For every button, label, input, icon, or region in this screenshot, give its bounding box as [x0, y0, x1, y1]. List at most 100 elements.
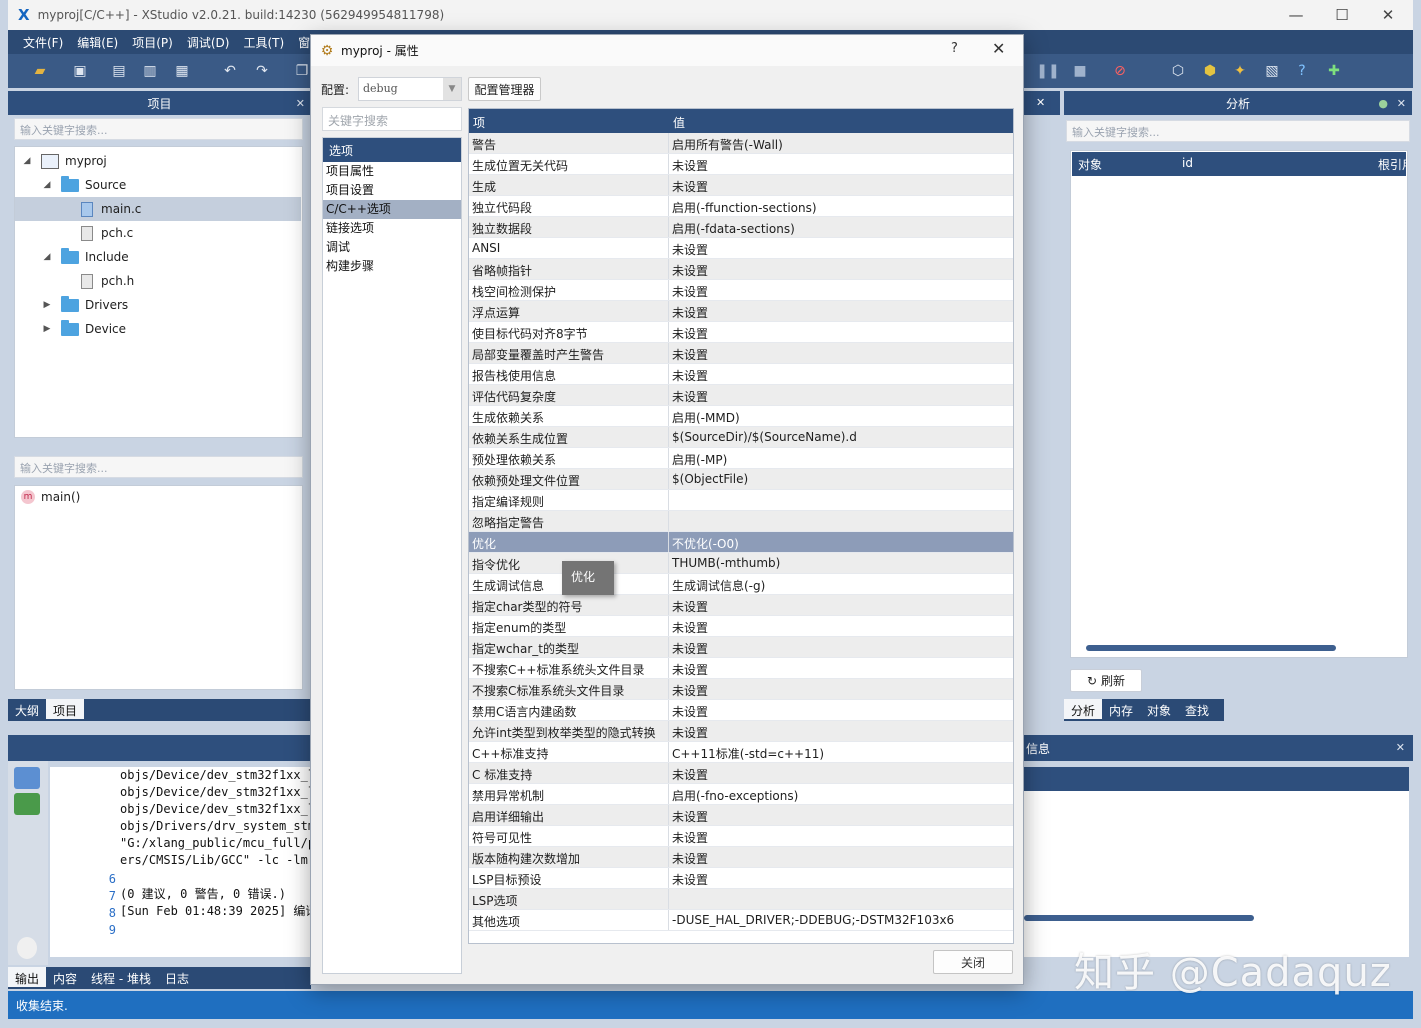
outline-search-input[interactable]: 输入关键字搜索...: [14, 456, 303, 478]
option-search-input[interactable]: 关键字搜索: [322, 107, 462, 131]
property-row[interactable]: 指定enum的类型 未设置: [469, 616, 1013, 637]
property-value[interactable]: 未设置: [669, 280, 1013, 300]
property-row[interactable]: 警告 启用所有警告(-Wall): [469, 133, 1013, 154]
help-button[interactable]: ?: [951, 41, 958, 56]
save-icon[interactable]: ▤: [109, 61, 129, 81]
undo-icon[interactable]: ↶: [220, 61, 240, 81]
docs-icon[interactable]: ▧: [1262, 61, 1282, 81]
property-row[interactable]: 忽略指定警告: [469, 511, 1013, 532]
property-value[interactable]: 未设置: [669, 658, 1013, 678]
copy-icon[interactable]: ❐: [292, 61, 312, 81]
property-row[interactable]: 禁用异常机制 启用(-fno-exceptions): [469, 784, 1013, 805]
property-value[interactable]: [669, 889, 1013, 909]
close-project-icon[interactable]: ▣: [70, 61, 90, 81]
column-value[interactable]: 值: [669, 109, 689, 133]
property-row[interactable]: 允许int类型到枚举类型的隐式转换 未设置: [469, 721, 1013, 742]
redo-icon[interactable]: ↷: [252, 61, 272, 81]
property-row[interactable]: 使目标代码对齐8字节 未设置: [469, 322, 1013, 343]
column-object[interactable]: 对象: [1078, 156, 1102, 173]
property-row[interactable]: 符号可见性 未设置: [469, 826, 1013, 847]
property-value[interactable]: -DUSE_HAL_DRIVER;-DDEBUG;-DSTM32F103x6: [669, 910, 1013, 930]
property-row[interactable]: 生成依赖关系 启用(-MMD): [469, 406, 1013, 427]
analysis-scrollbar[interactable]: [1086, 645, 1336, 651]
feedback-icon[interactable]: ✚: [1324, 61, 1344, 81]
property-value[interactable]: 未设置: [669, 679, 1013, 699]
property-row[interactable]: 依赖预处理文件位置 $(ObjectFile): [469, 469, 1013, 490]
property-value[interactable]: 未设置: [669, 343, 1013, 363]
property-row[interactable]: 指定char类型的符号 未设置: [469, 595, 1013, 616]
property-row[interactable]: 独立代码段 启用(-ffunction-sections): [469, 196, 1013, 217]
property-value[interactable]: 启用(-ffunction-sections): [669, 196, 1013, 216]
property-value[interactable]: 生成调试信息(-g): [669, 574, 1013, 594]
maximize-icon[interactable]: ☐: [1319, 0, 1365, 30]
property-value[interactable]: 未设置: [669, 301, 1013, 321]
open-folder-icon[interactable]: ▰: [30, 61, 50, 81]
help-icon[interactable]: ?: [1292, 61, 1312, 81]
property-value[interactable]: 启用(-MP): [669, 448, 1013, 468]
package-icon[interactable]: ⬡: [1168, 61, 1188, 81]
property-value[interactable]: 不优化(-O0): [669, 532, 1013, 552]
dialog-close-icon[interactable]: ✕: [992, 39, 1005, 58]
tab-log[interactable]: 日志: [158, 967, 196, 989]
property-row[interactable]: 生成调试信息 生成调试信息(-g): [469, 574, 1013, 595]
close-icon[interactable]: ✕: [1365, 0, 1411, 30]
property-value[interactable]: $(ObjectFile): [669, 469, 1013, 489]
analysis-search-input[interactable]: 输入关键字搜索...: [1066, 120, 1410, 142]
property-value[interactable]: 未设置: [669, 805, 1013, 825]
close-button[interactable]: 关闭: [933, 950, 1013, 974]
property-row[interactable]: 栈空间检测保护 未设置: [469, 280, 1013, 301]
collapse-arrow-icon[interactable]: ◢: [41, 252, 53, 262]
property-value[interactable]: 未设置: [669, 721, 1013, 741]
refresh-button[interactable]: ↻ 刷新: [1070, 669, 1142, 692]
property-value[interactable]: [669, 511, 1013, 531]
property-value[interactable]: 未设置: [669, 259, 1013, 279]
property-value[interactable]: 未设置: [669, 322, 1013, 342]
property-value[interactable]: 启用(-MMD): [669, 406, 1013, 426]
clear-output-icon[interactable]: [17, 937, 37, 959]
property-value[interactable]: 未设置: [669, 595, 1013, 615]
tab-analysis[interactable]: 分析: [1064, 699, 1103, 721]
property-value[interactable]: 未设置: [669, 238, 1013, 258]
property-row[interactable]: 浮点运算 未设置: [469, 301, 1013, 322]
stop-icon[interactable]: ■: [1070, 61, 1090, 81]
option-item[interactable]: C/C++选项: [323, 200, 461, 219]
tree-item[interactable]: pch.c: [15, 221, 301, 245]
property-value[interactable]: 未设置: [669, 364, 1013, 384]
collapse-arrow-icon[interactable]: ◢: [21, 156, 33, 166]
tree-item[interactable]: ◢ myproj: [15, 149, 301, 173]
minimize-icon[interactable]: —: [1273, 0, 1319, 30]
tab-output[interactable]: 输出: [8, 967, 47, 989]
info-panel-close-icon[interactable]: ✕: [1396, 741, 1405, 754]
menu-debug[interactable]: 调试(D): [180, 34, 237, 51]
option-item[interactable]: 链接选项: [323, 219, 461, 238]
property-row[interactable]: 不搜索C标准系统头文件目录 未设置: [469, 679, 1013, 700]
property-row[interactable]: 其他选项 -DUSE_HAL_DRIVER;-DDEBUG;-DSTM32F103…: [469, 910, 1013, 931]
build-output-icon[interactable]: [14, 793, 40, 815]
property-row[interactable]: 报告栈使用信息 未设置: [469, 364, 1013, 385]
column-item[interactable]: 项: [469, 109, 669, 133]
property-row[interactable]: 启用详细输出 未设置: [469, 805, 1013, 826]
option-item[interactable]: 构建步骤: [323, 257, 461, 276]
tab-content[interactable]: 内容: [46, 967, 84, 989]
project-search-input[interactable]: 输入关键字搜索...: [14, 118, 303, 140]
property-value[interactable]: 未设置: [669, 175, 1013, 195]
config-select[interactable]: debug ▼: [358, 77, 462, 101]
console-icon[interactable]: [14, 767, 40, 789]
pause-icon[interactable]: ❚❚: [1036, 61, 1059, 81]
editor-close-icon[interactable]: ✕: [1036, 96, 1045, 109]
menu-project[interactable]: 项目(P): [125, 34, 180, 51]
lightbulb-icon[interactable]: ✦: [1230, 61, 1250, 81]
property-value[interactable]: 未设置: [669, 763, 1013, 783]
menu-tools[interactable]: 工具(T): [236, 34, 291, 51]
property-value[interactable]: 未设置: [669, 847, 1013, 867]
info-scrollbar[interactable]: [1024, 915, 1254, 921]
breakpoint-icon[interactable]: ⊘: [1110, 61, 1130, 81]
property-row[interactable]: C 标准支持 未设置: [469, 763, 1013, 784]
tree-item[interactable]: ◢ Source: [15, 173, 301, 197]
build-icon[interactable]: ⬢: [1200, 61, 1220, 81]
property-row[interactable]: 禁用C语言内建函数 未设置: [469, 700, 1013, 721]
property-row[interactable]: 指定wchar_t的类型 未设置: [469, 637, 1013, 658]
property-value[interactable]: 未设置: [669, 868, 1013, 888]
property-row[interactable]: 指定编译规则: [469, 490, 1013, 511]
property-row[interactable]: C++标准支持 C++11标准(-std=c++11): [469, 742, 1013, 763]
